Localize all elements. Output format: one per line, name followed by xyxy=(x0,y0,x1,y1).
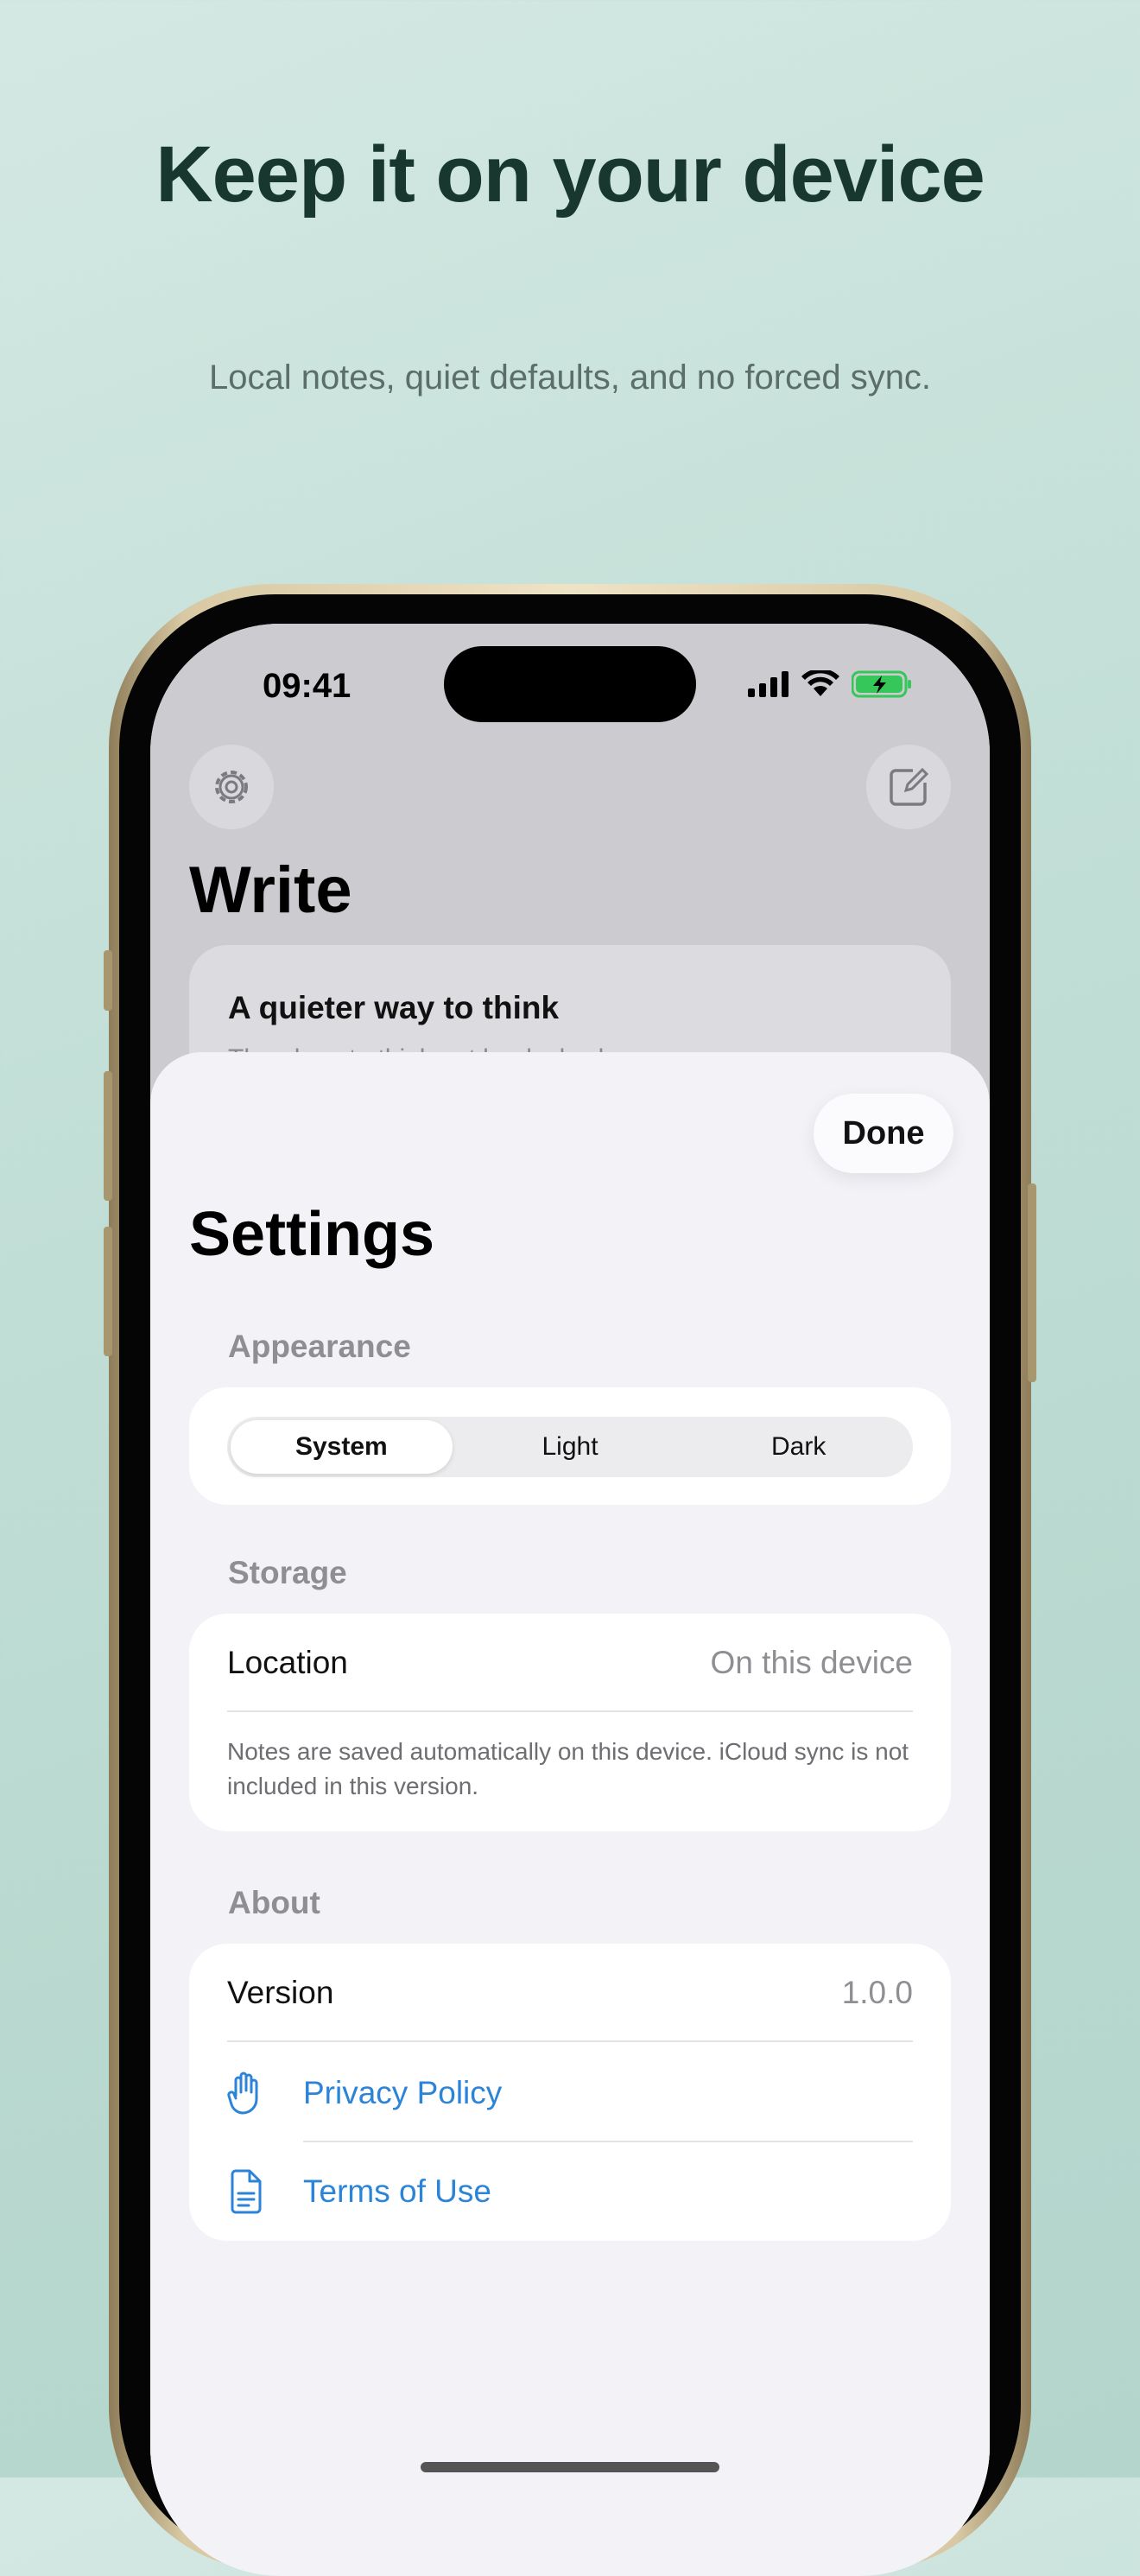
storage-group: Location On this device Notes are saved … xyxy=(189,1614,951,1831)
phone-volume-up xyxy=(104,1071,112,1201)
appearance-option-system[interactable]: System xyxy=(231,1420,453,1474)
home-indicator xyxy=(421,2462,719,2472)
storage-divider xyxy=(227,1710,913,1712)
wifi-icon xyxy=(801,670,839,696)
compose-icon xyxy=(890,767,929,806)
appearance-option-dark[interactable]: Dark xyxy=(687,1420,909,1474)
compose-button[interactable] xyxy=(866,745,951,829)
settings-sheet: Done Settings Appearance System Light Da… xyxy=(150,1052,990,2576)
marketing-subheadline: Local notes, quiet defaults, and no forc… xyxy=(208,358,932,397)
app-title: Write xyxy=(189,853,352,927)
status-icons xyxy=(748,670,912,698)
battery-charging-icon xyxy=(852,670,911,698)
version-label: Version xyxy=(227,1975,334,2010)
phone-action-button xyxy=(104,950,112,1011)
phone-volume-down xyxy=(104,1227,112,1356)
storage-location-row: Location On this device xyxy=(227,1614,913,1712)
terms-of-use-link[interactable]: Terms of Use xyxy=(303,2173,491,2210)
note-title: A quieter way to think xyxy=(228,990,560,1025)
phone-screen: 09:41 Write A quieter way to think Done … xyxy=(150,624,990,2576)
version-row: Version 1.0.0 xyxy=(227,1944,913,2042)
about-group: Version 1.0.0 Privacy Policy Terms of Us… xyxy=(189,1944,951,2241)
done-button[interactable]: Done xyxy=(814,1094,953,1173)
dynamic-island xyxy=(444,646,696,722)
settings-title: Settings xyxy=(189,1200,435,1269)
appearance-option-light[interactable]: Light xyxy=(459,1420,681,1474)
marketing-headline: Keep it on your device xyxy=(155,130,985,219)
phone-power-button xyxy=(1028,1183,1036,1382)
version-value: 1.0.0 xyxy=(841,1975,913,2010)
app-settings-button[interactable] xyxy=(189,745,274,829)
hand-raised-icon xyxy=(227,2071,265,2116)
location-label: Location xyxy=(227,1645,348,1680)
storage-section-label: Storage xyxy=(228,1555,347,1590)
terms-of-use-row[interactable]: Terms of Use xyxy=(227,2142,913,2241)
privacy-policy-link[interactable]: Privacy Policy xyxy=(303,2075,502,2111)
gear-icon xyxy=(215,771,248,803)
status-time: 09:41 xyxy=(263,667,352,705)
storage-note: Notes are saved automatically on this de… xyxy=(227,1738,909,1799)
appearance-segmented-control[interactable]: System Light Dark xyxy=(227,1417,913,1477)
about-section-label: About xyxy=(228,1885,320,1920)
privacy-policy-row[interactable]: Privacy Policy xyxy=(227,2044,913,2142)
appearance-group: System Light Dark xyxy=(189,1387,951,1505)
about-divider-1 xyxy=(227,2040,913,2042)
document-icon xyxy=(227,2169,265,2214)
appearance-section-label: Appearance xyxy=(228,1329,411,1364)
cellular-signal-icon xyxy=(748,671,788,697)
location-value: On this device xyxy=(710,1645,913,1680)
